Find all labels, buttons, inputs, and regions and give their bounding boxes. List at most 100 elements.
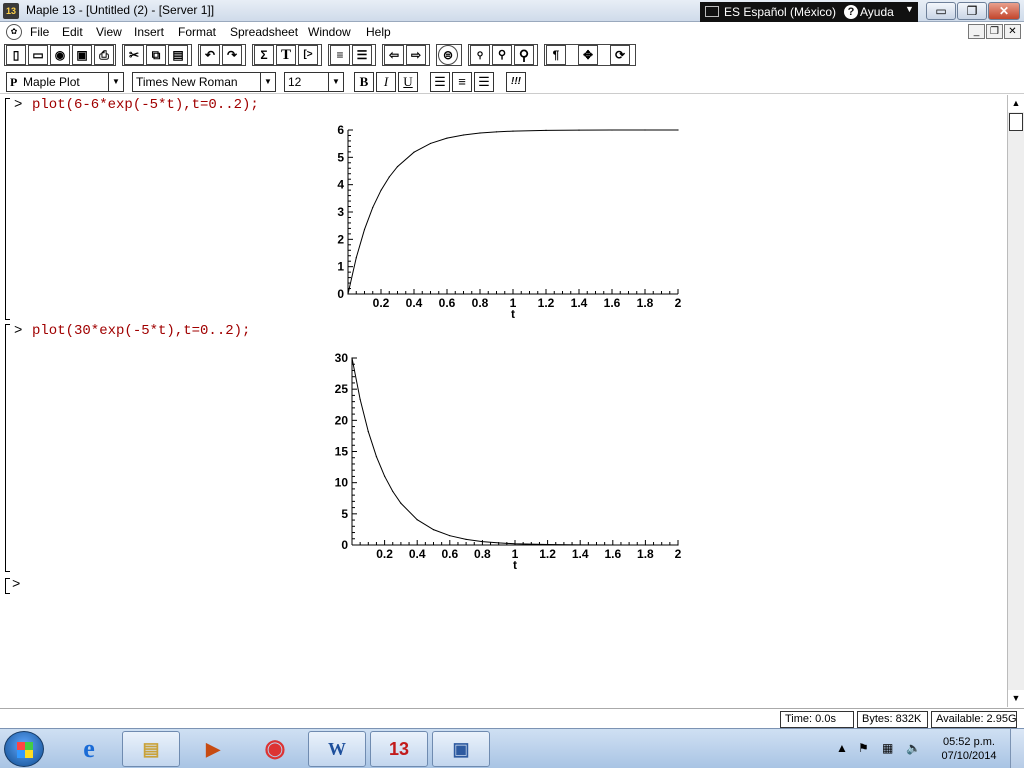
internet-explorer-icon[interactable]: e xyxy=(60,731,118,767)
new-document-icon[interactable]: ▯ xyxy=(6,45,26,65)
windows-logo-icon xyxy=(17,750,33,758)
scroll-up-icon[interactable]: ▲ xyxy=(1008,95,1024,112)
chevron-down-icon[interactable]: ▼ xyxy=(328,73,343,91)
bold-button[interactable]: B xyxy=(354,72,374,92)
chevron-down-icon[interactable]: ▼ xyxy=(905,4,914,14)
copy-icon[interactable]: ⧉ xyxy=(146,45,166,65)
scroll-down-icon[interactable]: ▼ xyxy=(1008,690,1024,707)
status-available: Available: 2.95G xyxy=(931,711,1017,728)
vertical-scrollbar[interactable]: ▲ ▼ xyxy=(1007,95,1024,707)
chevron-down-icon[interactable]: ▼ xyxy=(260,73,275,91)
menu-insert[interactable]: Insert xyxy=(134,25,164,39)
chrome-icon[interactable]: ◉ xyxy=(246,731,304,767)
document-restore-button[interactable]: ❐ xyxy=(986,24,1003,39)
menu-view[interactable]: View xyxy=(96,25,122,39)
x-tick-label: 0.4 xyxy=(406,296,423,310)
menu-edit[interactable]: Edit xyxy=(62,25,83,39)
show-desktop-button[interactable] xyxy=(1010,729,1024,768)
help-icon[interactable]: ? xyxy=(844,5,858,19)
cut-icon[interactable]: ✂ xyxy=(124,45,144,65)
save-icon[interactable]: ▣ xyxy=(72,45,92,65)
empty-prompt[interactable]: > xyxy=(12,577,20,593)
x-tick-label: 1.8 xyxy=(637,547,654,561)
arrow-left-icon[interactable]: ⇦ xyxy=(384,45,404,65)
y-tick-label: 2 xyxy=(337,232,344,246)
help-label[interactable]: Ayuda xyxy=(860,5,894,19)
execution-group-bracket[interactable] xyxy=(5,324,10,572)
restore-button[interactable]: ❐ xyxy=(957,2,987,20)
close-button[interactable]: ✕ xyxy=(988,2,1020,20)
print-icon[interactable]: ⎙ xyxy=(94,45,114,65)
arrow-right-icon[interactable]: ⇨ xyxy=(406,45,426,65)
language-label[interactable]: ES Español (México) xyxy=(724,5,836,19)
clock-time: 05:52 p.m. xyxy=(943,736,995,748)
underline-button[interactable]: U xyxy=(398,72,418,92)
data-point xyxy=(677,544,679,546)
italic-button[interactable]: I xyxy=(376,72,396,92)
document-close-button[interactable]: ✕ xyxy=(1004,24,1021,39)
style-select[interactable]: P Maple Plot ▼ xyxy=(6,72,124,92)
network-icon[interactable]: ▦ xyxy=(882,741,893,755)
command-input-1[interactable]: plot(6-6*exp(-5*t),t=0..2); xyxy=(32,97,259,113)
font-value: Times New Roman xyxy=(136,75,238,89)
text-T-icon[interactable]: T xyxy=(276,45,296,65)
menu-help[interactable]: Help xyxy=(366,25,391,39)
menu-window[interactable]: Window xyxy=(308,25,351,39)
explorer-icon[interactable]: ▤ xyxy=(122,731,180,767)
pilcrow-icon[interactable]: ¶ xyxy=(546,45,566,65)
command-input-2[interactable]: plot(30*exp(-5*t),t=0..2); xyxy=(32,323,250,339)
start-button[interactable] xyxy=(4,731,44,767)
menu-file[interactable]: File xyxy=(30,25,49,39)
maple-leaf-icon[interactable]: ✿ xyxy=(6,24,22,40)
restart-icon[interactable]: ⟳ xyxy=(610,45,630,65)
redo-icon[interactable]: ↷ xyxy=(222,45,242,65)
open-url-icon[interactable]: ◉ xyxy=(50,45,70,65)
data-point xyxy=(372,206,374,209)
maple-icon[interactable]: 13 xyxy=(370,731,428,767)
x-tick-label: 2 xyxy=(675,547,682,561)
stop-icon[interactable]: ⊜ xyxy=(438,45,458,65)
data-point xyxy=(611,129,613,131)
taskbar-clock[interactable]: 05:52 p.m. 07/10/2014 xyxy=(934,735,1004,763)
execution-group-bracket[interactable] xyxy=(5,98,10,320)
action-center-flag-icon[interactable]: ⚑ xyxy=(858,741,869,755)
paste-icon[interactable]: ▤ xyxy=(168,45,188,65)
execution-group-bracket[interactable] xyxy=(5,578,10,594)
data-point xyxy=(479,132,481,134)
resize-arrows-icon[interactable]: ✥ xyxy=(578,45,598,65)
open-folder-icon[interactable]: ▭ xyxy=(28,45,48,65)
media-player-icon[interactable]: ▶ xyxy=(184,731,242,767)
y-tick-label: 1 xyxy=(337,260,344,274)
zoom-small-icon[interactable]: ⚲ xyxy=(470,45,490,65)
y-tick-label: 0 xyxy=(341,538,348,552)
font-size-select[interactable]: 12 ▼ xyxy=(284,72,344,92)
menu-spreadsheet[interactable]: Spreadsheet xyxy=(230,25,298,39)
align-left-icon[interactable]: ☰ xyxy=(430,72,450,92)
plot-2-svg[interactable]: 0.2 0.4 0.6 0.8 1 1.2 1.4 1.6 1.8 2051015202530t xyxy=(326,347,696,572)
exclamation-button[interactable]: !!! xyxy=(506,72,526,92)
zoom-large-icon[interactable]: ⚲ xyxy=(514,45,534,65)
language-bar[interactable]: ES Español (México) ? Ayuda ▼ xyxy=(700,2,918,22)
sigma-icon[interactable]: Σ xyxy=(254,45,274,65)
insert-prompt-icon[interactable]: [> xyxy=(298,45,318,65)
worksheet[interactable]: > plot(6-6*exp(-5*t),t=0..2); > plot(30*… xyxy=(0,95,1007,707)
section-icon[interactable]: ☰ xyxy=(352,45,372,65)
menu-format[interactable]: Format xyxy=(178,25,216,39)
plot-1-svg[interactable]: 0.2 0.4 0.6 0.8 1 1.2 1.4 1.6 1.8 20123456t xyxy=(326,119,696,321)
font-select[interactable]: Times New Roman ▼ xyxy=(132,72,276,92)
execution-group-icon[interactable]: ≡ xyxy=(330,45,350,65)
photo-viewer-icon[interactable]: ▣ xyxy=(432,731,490,767)
show-hidden-icons-icon[interactable]: ▲ xyxy=(836,741,848,755)
align-right-icon[interactable]: ☰ xyxy=(474,72,494,92)
align-center-icon[interactable]: ≡ xyxy=(452,72,472,92)
data-point xyxy=(355,257,357,259)
minimize-button[interactable]: ▭ xyxy=(926,2,956,20)
document-minimize-button[interactable]: _ xyxy=(968,24,985,39)
maple-app-icon[interactable]: 13 xyxy=(3,3,19,19)
zoom-medium-icon[interactable]: ⚲ xyxy=(492,45,512,65)
word-icon[interactable]: W xyxy=(308,731,366,767)
volume-icon[interactable]: 🔈 xyxy=(906,741,921,755)
chevron-down-icon[interactable]: ▼ xyxy=(108,73,123,91)
undo-icon[interactable]: ↶ xyxy=(200,45,220,65)
scroll-thumb[interactable] xyxy=(1009,113,1023,131)
